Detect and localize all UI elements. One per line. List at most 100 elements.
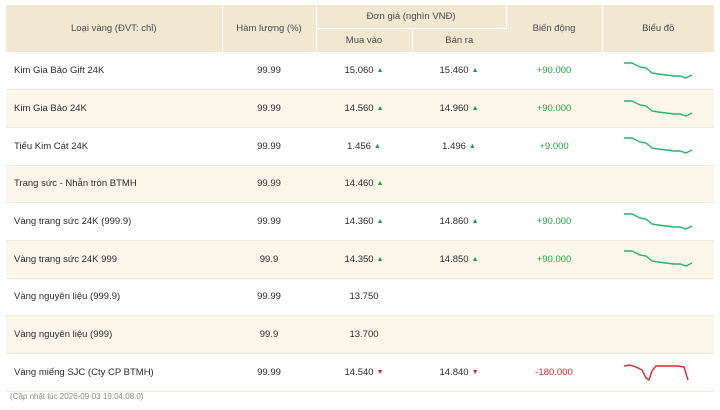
change-value: +90.000: [536, 65, 572, 77]
purity-cell: 99.99: [222, 202, 316, 241]
arrow-up-icon: ▲: [471, 255, 479, 263]
price-sparkline-chart[interactable]: [622, 98, 694, 120]
purity-value: 99.99: [257, 291, 281, 303]
header-type: Loại vàng (ĐVT: chỉ): [6, 5, 223, 53]
buy-price-value: 15.060: [344, 65, 374, 77]
sparkline-cell: [602, 278, 715, 317]
price-sparkline-chart[interactable]: [622, 135, 694, 157]
purity-value: 99.99: [257, 366, 281, 378]
buy-price-value: 1.456: [347, 140, 371, 152]
last-updated-note: (Cập nhật lúc 2026-09-03 19:04:08.0): [10, 392, 144, 401]
change-value: -180.000: [535, 366, 573, 378]
table-row[interactable]: Trang sức - Nhẫn tròn BTMH 99.99 14.460 ▲: [6, 165, 715, 204]
sparkline-path: [623, 364, 689, 382]
header-purity: Hàm lượng (%): [222, 5, 317, 53]
sell-price-cell: 14.850 ▲: [412, 240, 507, 279]
header-buy: Mua vào: [316, 28, 413, 53]
buy-price: 14.560 ▲: [345, 103, 384, 114]
buy-price: 13.700: [349, 329, 378, 340]
header-change: Biến động: [506, 5, 603, 53]
gold-price-widget: Loại vàng (ĐVT: chỉ) Hàm lượng (%) Đơn g…: [0, 0, 720, 410]
sell-price: 14.840 ▼: [440, 367, 479, 378]
gold-type-label: Vàng trang sức 24K 999: [14, 253, 118, 265]
buy-price-value: 14.560: [344, 103, 374, 115]
sell-price: 14.860 ▲: [440, 216, 479, 227]
sparkline-cell: [602, 240, 715, 279]
purity-cell: 99.99: [222, 353, 316, 392]
buy-price-value: 13.750: [349, 291, 379, 303]
sell-price-value: 14.860: [439, 216, 469, 228]
change-value: +90.000: [536, 216, 572, 228]
change-cell: [506, 278, 603, 317]
buy-price-cell: 14.540 ▼: [316, 353, 412, 392]
buy-price-cell: 15.060 ▲: [316, 52, 412, 91]
buy-price: 1.456 ▲: [347, 141, 381, 152]
price-sparkline-chart[interactable]: [622, 211, 694, 233]
change-cell: [506, 315, 603, 354]
arrow-up-icon: ▲: [376, 180, 384, 188]
table-row[interactable]: Kim Gia Bảo Gift 24K 99.99 15.060 ▲ 15.460 ▲ +…: [6, 52, 715, 91]
buy-price: 14.350 ▲: [345, 254, 384, 265]
sell-price-cell: [412, 315, 507, 354]
buy-price-value: 14.460: [344, 178, 374, 190]
sell-price-cell: [412, 165, 507, 204]
sell-price-cell: 1.496 ▲: [412, 127, 507, 166]
change-cell: +90.000: [506, 240, 603, 279]
purity-value: 99.99: [257, 216, 281, 228]
change-cell: +90.000: [506, 52, 603, 91]
table-row[interactable]: Vàng trang sức 24K 999 99.9 14.350 ▲ 14.850 ▲…: [6, 240, 715, 279]
arrow-up-icon: ▲: [471, 67, 479, 75]
arrow-up-icon: ▲: [376, 255, 384, 263]
sell-price: 1.496 ▲: [442, 141, 476, 152]
sparkline-cell: [602, 202, 715, 241]
purity-value: 99.99: [257, 178, 281, 190]
gold-price-table: Loại vàng (ĐVT: chỉ) Hàm lượng (%) Đơn g…: [6, 5, 715, 392]
change-cell: +9.000: [506, 127, 603, 166]
arrow-up-icon: ▲: [376, 105, 384, 113]
table-row[interactable]: Vàng trang sức 24K (999.9) 99.99 14.360 ▲ 14…: [6, 202, 715, 241]
header-sell: Bán ra: [412, 28, 507, 53]
price-sparkline-chart[interactable]: [622, 60, 694, 82]
sparkline-cell: [602, 315, 715, 354]
gold-type-name: Kim Gia Bảo Gift 24K: [6, 52, 222, 91]
purity-cell: 99.99: [222, 89, 316, 128]
arrow-down-icon: ▼: [376, 368, 384, 376]
sparkline-path: [624, 99, 693, 117]
arrow-up-icon: ▲: [471, 105, 479, 113]
table-body: Kim Gia Bảo Gift 24K 99.99 15.060 ▲ 15.460 ▲ +…: [6, 52, 715, 392]
purity-value: 99.9: [259, 329, 279, 341]
price-sparkline-chart[interactable]: [622, 248, 694, 270]
purity-cell: 99.99: [222, 278, 316, 317]
sparkline-cell: [602, 89, 715, 128]
gold-type-label: Trang sức - Nhẫn tròn BTMH: [14, 178, 137, 190]
table-row[interactable]: Tiểu Kim Cát 24K 99.99 1.456 ▲ 1.496 ▲ +9.000: [6, 127, 715, 166]
gold-type-name: Kim Gia Bảo 24K: [6, 89, 222, 128]
purity-cell: 99.99: [222, 52, 316, 91]
header-chart: Biểu đồ: [602, 5, 715, 53]
table-row[interactable]: Vàng miếng SJC (Cty CP BTMH) 99.99 14.540 ▼…: [6, 353, 715, 392]
buy-price-value: 14.540: [344, 366, 374, 378]
gold-type-label: Vàng miếng SJC (Cty CP BTMH): [14, 366, 154, 378]
price-sparkline-chart[interactable]: [622, 361, 694, 383]
arrow-up-icon: ▲: [376, 67, 384, 75]
change-cell: -180.000: [506, 353, 603, 392]
purity-cell: 99.9: [222, 240, 316, 279]
buy-price-cell: 14.350 ▲: [316, 240, 412, 279]
change-value: +9.000: [539, 140, 569, 152]
table-row[interactable]: Vàng nguyên liệu (999.9) 99.99 13.750: [6, 278, 715, 317]
sell-price-value: 14.840: [439, 366, 469, 378]
table-row[interactable]: Kim Gia Bảo 24K 99.99 14.560 ▲ 14.960 ▲ +90.00…: [6, 89, 715, 128]
sparkline-cell: [602, 52, 715, 91]
purity-value: 99.99: [257, 103, 281, 115]
gold-type-name: Tiểu Kim Cát 24K: [6, 127, 222, 166]
sell-price-value: 14.960: [439, 103, 469, 115]
change-cell: [506, 165, 603, 204]
buy-price-cell: 14.460 ▲: [316, 165, 412, 204]
gold-type-label: Vàng nguyên liệu (999.9): [14, 291, 121, 303]
purity-value: 99.9: [259, 253, 279, 265]
sparkline-cell: [602, 127, 715, 166]
table-row[interactable]: Vàng nguyên liệu (999) 99.9 13.700: [6, 315, 715, 354]
buy-price-cell: 13.700: [316, 315, 412, 354]
gold-type-label: Vàng trang sức 24K (999.9): [14, 216, 132, 228]
gold-type-name: Vàng nguyên liệu (999.9): [6, 278, 222, 317]
